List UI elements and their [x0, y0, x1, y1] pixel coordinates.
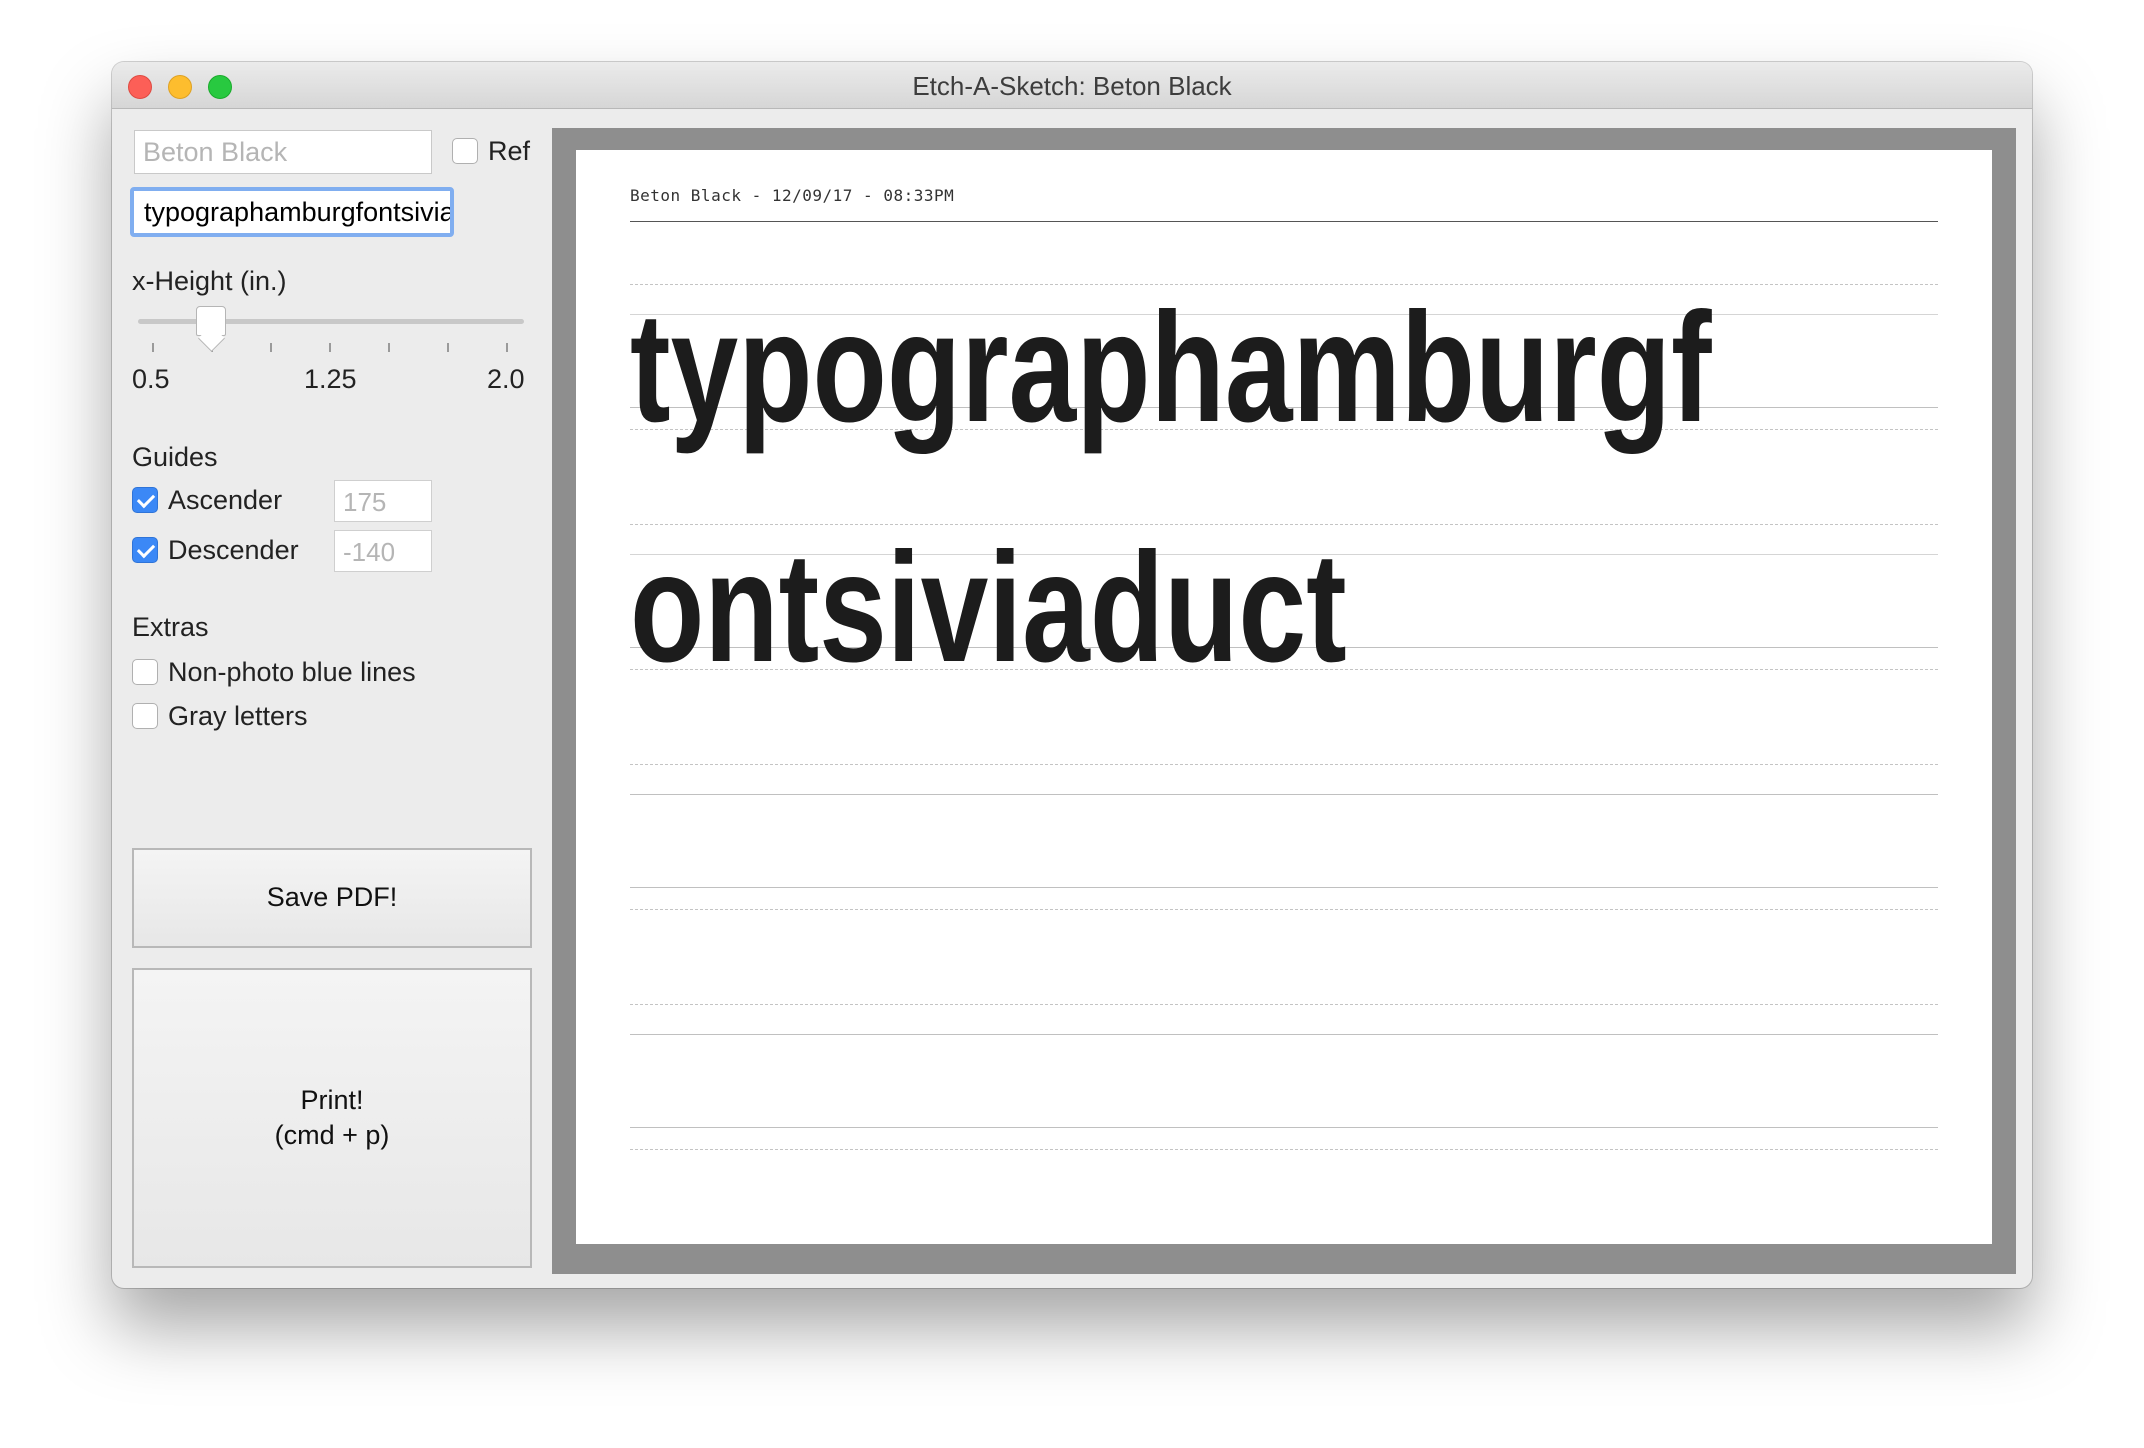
ref-label: Ref: [488, 136, 531, 166]
ascender-value-field[interactable]: 175: [334, 480, 432, 522]
ascender-label: Ascender: [168, 485, 283, 515]
slider-tick: [152, 343, 154, 352]
gray-letters-label: Gray letters: [168, 701, 308, 731]
extras-heading: Extras: [132, 612, 209, 642]
xheight-label: x-Height (in.): [132, 266, 287, 296]
nonphoto-blue-label: Non-photo blue lines: [168, 657, 416, 687]
gray-letters-checkbox[interactable]: [132, 703, 158, 729]
guides-heading: Guides: [132, 442, 218, 472]
descender-checkbox[interactable]: [132, 537, 158, 563]
print-button[interactable]: Print! (cmd + p): [132, 968, 532, 1268]
descender-value-field[interactable]: -140: [334, 530, 432, 572]
header-rule: [630, 221, 1938, 222]
preview-page: Beton Black - 12/09/17 - 08:33PM typogra…: [576, 150, 1992, 1244]
descender-guide: [630, 1149, 1938, 1150]
sample-text-input[interactable]: typographamburgfontsiviaduct: [130, 187, 454, 237]
page-header: Beton Black - 12/09/17 - 08:33PM: [630, 186, 955, 205]
ascender-checkbox[interactable]: [132, 487, 158, 513]
print-shortcut-label: (cmd + p): [274, 1120, 390, 1150]
sample-line-1: typographamburgf: [630, 281, 1712, 455]
nonphoto-blue-checkbox[interactable]: [132, 659, 158, 685]
sample-text-value: typographamburgfontsiviaduct: [144, 197, 454, 227]
ascender-guide: [630, 764, 1938, 765]
baseline-guide: [630, 887, 1938, 888]
xheight-guide: [630, 794, 1938, 795]
ref-checkbox[interactable]: [452, 138, 478, 164]
xheight-guide: [630, 1034, 1938, 1035]
slider-max-label: 2.0: [487, 364, 525, 394]
baseline-guide: [630, 1127, 1938, 1128]
slider-tick: [270, 343, 272, 352]
window-title: Etch-A-Sketch: Beton Black: [912, 71, 1232, 101]
app-window: Etch-A-Sketch: Beton Black Beton Black R…: [112, 62, 2032, 1288]
font-name-field[interactable]: Beton Black: [134, 130, 432, 174]
sample-line-2: ontsiviaduct: [630, 521, 1347, 695]
xheight-slider-thumb[interactable]: [196, 306, 227, 336]
slider-tick: [447, 343, 449, 352]
ascender-guide: [630, 1004, 1938, 1005]
save-pdf-button[interactable]: Save PDF!: [132, 848, 532, 948]
print-label: Print!: [300, 1084, 364, 1115]
save-pdf-label: Save PDF!: [266, 882, 398, 913]
print-preview-area: Beton Black - 12/09/17 - 08:33PM typogra…: [552, 128, 2016, 1274]
slider-min-label: 0.5: [132, 364, 170, 394]
descender-label: Descender: [168, 535, 299, 565]
slider-mid-label: 1.25: [304, 364, 357, 394]
slider-tick: [329, 343, 331, 352]
descender-guide: [630, 909, 1938, 910]
slider-tick: [506, 343, 508, 352]
title-bar: Etch-A-Sketch: Beton Black: [112, 62, 2032, 109]
slider-tick: [388, 343, 390, 352]
